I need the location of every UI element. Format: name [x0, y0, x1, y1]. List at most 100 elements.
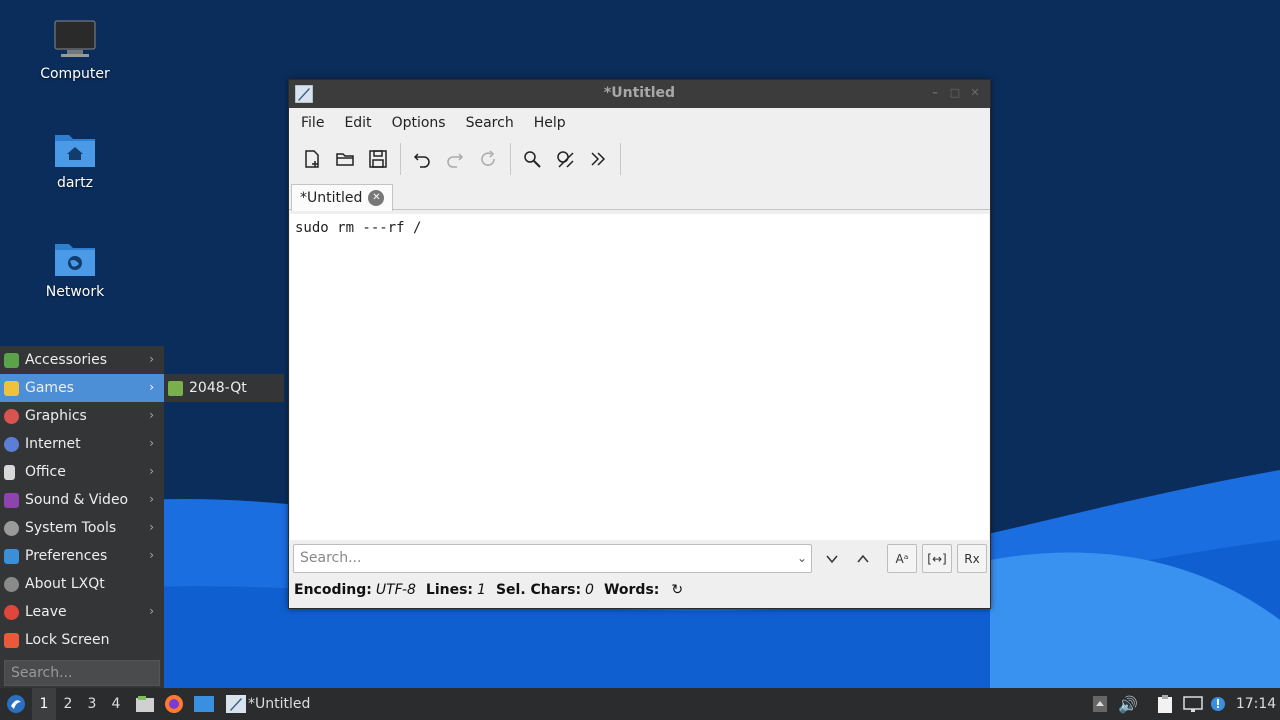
close-icon[interactable]: ✕	[968, 86, 982, 100]
info-icon	[4, 576, 19, 592]
words-label: Words:	[603, 582, 660, 598]
internet-icon	[4, 436, 19, 452]
task-button-untitled[interactable]: *Untitled	[222, 688, 442, 720]
sel-chars-label: Sel. Chars:	[495, 582, 582, 598]
accessories-icon	[4, 352, 19, 368]
menu-search[interactable]: Search	[458, 111, 522, 135]
menu-item-about-lxqt[interactable]: About LXQt	[0, 570, 164, 598]
notification-icon[interactable]	[1208, 688, 1228, 720]
desktop-icon-network[interactable]: Network	[20, 238, 130, 300]
close-tab-icon[interactable]: ✕	[368, 190, 385, 206]
taskbar: 1 2 3 4 *Untitled 🔊 17:14	[0, 688, 1280, 720]
reload-icon[interactable]	[473, 144, 503, 174]
menu-help[interactable]: Help	[526, 111, 574, 135]
menu-item-label: About LXQt	[25, 576, 105, 592]
desktop-4-button[interactable]: 4	[104, 688, 128, 720]
tray-expand-icon[interactable]	[1092, 688, 1108, 720]
chevron-right-icon: ›	[149, 492, 154, 506]
network-status-icon[interactable]	[1182, 688, 1204, 720]
menu-item-label: Accessories	[25, 352, 108, 368]
menu-item-sound-video[interactable]: Sound & Video ›	[0, 486, 164, 514]
show-desktop-icon[interactable]	[193, 688, 215, 720]
search-input[interactable]: Search... ⌄	[293, 544, 812, 573]
chevron-right-icon: ›	[149, 520, 154, 534]
clock[interactable]: 17:14	[1234, 688, 1278, 720]
clipboard-icon[interactable]	[1155, 688, 1175, 720]
menu-item-label: Leave	[25, 604, 67, 620]
menu-file[interactable]: File	[293, 111, 332, 135]
tab-bar: *Untitled ✕	[289, 180, 990, 211]
firefox-launcher-icon[interactable]	[163, 688, 185, 720]
more-icon[interactable]	[583, 144, 613, 174]
redo-icon[interactable]	[440, 144, 470, 174]
encoding-value: UTF-8	[375, 582, 416, 598]
submenu-item-2048-qt[interactable]: 2048-Qt	[164, 374, 284, 402]
lxqt-logo-icon	[7, 695, 25, 713]
whole-word-button[interactable]: [↔]	[922, 544, 952, 573]
games-icon	[4, 380, 19, 396]
file-manager-launcher-icon[interactable]	[134, 688, 156, 720]
menu-item-office[interactable]: Office ›	[0, 458, 164, 486]
search-placeholder: Search...	[300, 550, 362, 566]
task-label: *Untitled	[248, 696, 311, 712]
menu-item-system-tools[interactable]: System Tools ›	[0, 514, 164, 542]
chevron-down-icon[interactable]: ⌄	[797, 545, 807, 572]
desktop-2-button[interactable]: 2	[56, 688, 80, 720]
new-file-icon[interactable]	[297, 144, 327, 174]
toolbar	[289, 138, 990, 180]
open-folder-icon[interactable]	[330, 144, 360, 174]
desktop-icon-home-folder[interactable]: dartz	[20, 129, 130, 191]
desktop-icon-label: dartz	[56, 175, 94, 191]
find-next-icon[interactable]	[817, 544, 847, 573]
minimize-icon[interactable]: –	[928, 86, 942, 100]
search-bar: Search... ⌄ Aᵃ [↔] Rx	[293, 544, 987, 574]
find-previous-icon[interactable]	[848, 544, 878, 573]
menu-options[interactable]: Options	[384, 111, 454, 135]
desktop-icon-computer[interactable]: Computer	[20, 20, 130, 82]
menu-item-internet[interactable]: Internet ›	[0, 430, 164, 458]
network-folder-icon	[53, 238, 97, 278]
tab-untitled[interactable]: *Untitled ✕	[291, 184, 394, 211]
text-editor[interactable]: sudo rm ---rf /	[290, 214, 989, 540]
chevron-right-icon: ›	[149, 352, 154, 366]
menu-item-label: Internet	[25, 436, 81, 452]
window-titlebar[interactable]: *Untitled – □ ✕	[289, 80, 990, 108]
toolbar-separator	[620, 143, 621, 175]
menu-item-label: Sound & Video	[25, 492, 129, 508]
refresh-words-icon[interactable]: ↻	[671, 582, 683, 598]
maximize-icon[interactable]: □	[948, 86, 962, 100]
sel-chars-value: 0	[585, 582, 594, 598]
lines-value: 1	[477, 582, 486, 598]
desktop-3-button[interactable]: 3	[80, 688, 104, 720]
menu-item-games[interactable]: Games ›	[0, 374, 164, 402]
replace-icon[interactable]	[550, 144, 580, 174]
desktop-icon-label: Network	[45, 284, 105, 300]
save-icon[interactable]	[363, 144, 393, 174]
menu-item-leave[interactable]: Leave ›	[0, 598, 164, 626]
regex-button[interactable]: Rx	[957, 544, 987, 573]
menu-item-preferences[interactable]: Preferences ›	[0, 542, 164, 570]
menu-item-lock-screen[interactable]: Lock Screen	[0, 626, 164, 654]
start-menu-button[interactable]	[4, 688, 28, 720]
home-folder-icon	[53, 129, 97, 169]
menu-item-label: Games	[25, 380, 74, 396]
volume-icon[interactable]: 🔊	[1118, 688, 1138, 720]
preferences-icon	[4, 548, 19, 564]
lines-label: Lines:	[425, 582, 474, 598]
menu-item-accessories[interactable]: Accessories ›	[0, 346, 164, 374]
match-case-button[interactable]: Aᵃ	[887, 544, 917, 573]
menu-item-label: Preferences	[25, 548, 108, 564]
menu-edit[interactable]: Edit	[336, 111, 379, 135]
computer-icon	[53, 20, 97, 60]
menu-search-input[interactable]: Search...	[4, 660, 160, 686]
find-icon[interactable]	[517, 144, 547, 174]
desktop-1-button[interactable]: 1	[32, 688, 56, 720]
system-tools-icon	[4, 520, 19, 536]
menu-item-graphics[interactable]: Graphics ›	[0, 402, 164, 430]
tab-label: *Untitled	[300, 190, 363, 206]
undo-icon[interactable]	[407, 144, 437, 174]
status-bar: Encoding: UTF-8 Lines: 1 Sel. Chars: 0 W…	[294, 582, 683, 598]
encoding-label: Encoding:	[294, 582, 372, 598]
featherpad-window: *Untitled – □ ✕ File Edit Options Search…	[288, 79, 991, 609]
chevron-right-icon: ›	[149, 604, 154, 618]
